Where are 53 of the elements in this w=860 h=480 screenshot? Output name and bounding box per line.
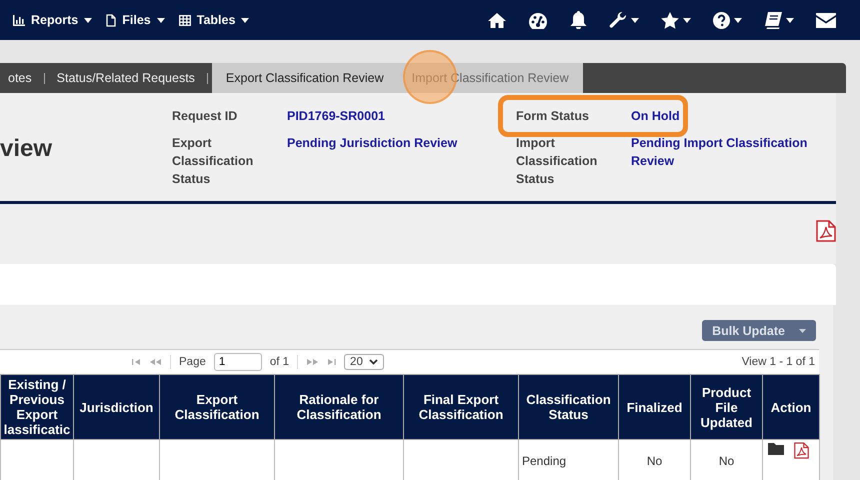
- record-count: View 1 - 1 of 1: [742, 356, 815, 368]
- page-label: Page: [179, 356, 206, 368]
- tab[interactable]: otes: [0, 71, 40, 85]
- pdf-icon[interactable]: [816, 220, 836, 242]
- field-value[interactable]: Pending Import Classification Review: [631, 134, 818, 170]
- caret-icon: [734, 18, 742, 22]
- nav-menu[interactable]: Reports: [13, 13, 92, 27]
- folder-icon[interactable]: [768, 442, 784, 455]
- bar-chart-icon: [13, 14, 25, 26]
- column-header[interactable]: Rationale for Classification: [274, 374, 404, 440]
- tab[interactable]: Status/Related Requests: [48, 71, 203, 85]
- column-header[interactable]: Final Export Classification: [404, 374, 518, 440]
- toolbar-button[interactable]: [816, 12, 836, 28]
- toolbar-button[interactable]: [570, 11, 587, 29]
- page-title: view: [0, 135, 54, 164]
- field-value[interactable]: On Hold: [631, 107, 818, 125]
- caret-icon: [631, 18, 639, 22]
- page-input[interactable]: 1: [214, 353, 262, 371]
- bulk-update-button[interactable]: Bulk Update: [702, 320, 816, 341]
- toolbar-button[interactable]: [764, 12, 794, 28]
- field-value[interactable]: PID1769-SR0001: [287, 107, 516, 125]
- caret-icon: [786, 18, 794, 22]
- field-label: Import Classification Status: [516, 135, 598, 188]
- column-header[interactable]: Finalized: [618, 374, 690, 440]
- toolbar-button[interactable]: [528, 12, 548, 28]
- toolbar-button[interactable]: [661, 12, 691, 28]
- column-header[interactable]: Action: [762, 374, 820, 440]
- grid-icon: [178, 14, 191, 26]
- field-label: Request ID: [172, 108, 238, 125]
- toolbar-button[interactable]: [609, 12, 639, 28]
- caret-icon: [241, 18, 250, 22]
- file-icon: [106, 14, 116, 26]
- caret-icon: [156, 18, 165, 22]
- field-label: Form Status: [516, 108, 590, 125]
- nav-menu[interactable]: Tables: [178, 13, 250, 27]
- toolbar-button[interactable]: [488, 12, 506, 28]
- column-header[interactable]: Classification Status: [518, 374, 618, 440]
- column-header[interactable]: Jurisdiction: [74, 374, 160, 440]
- nav-menu[interactable]: Files: [106, 13, 165, 27]
- page-count: of 1: [270, 356, 290, 368]
- toolbar-button[interactable]: [713, 12, 742, 28]
- caret-icon: [84, 18, 92, 22]
- tab[interactable]: Export Classification Review: [226, 71, 384, 85]
- column-header[interactable]: Export Classification: [160, 374, 274, 440]
- field-label: Export Classification Status: [172, 135, 254, 188]
- caret-icon: [683, 18, 691, 22]
- page-size-select[interactable]: 20: [344, 354, 384, 370]
- chevron-down-icon: [369, 359, 378, 365]
- column-header[interactable]: Existing / Previous Export lassificatic: [0, 374, 74, 440]
- field-value[interactable]: Pending Jurisdiction Review: [287, 134, 516, 152]
- column-header[interactable]: Product File Updated: [690, 374, 762, 440]
- pdf-icon[interactable]: [794, 442, 809, 459]
- caret-icon: [799, 328, 806, 332]
